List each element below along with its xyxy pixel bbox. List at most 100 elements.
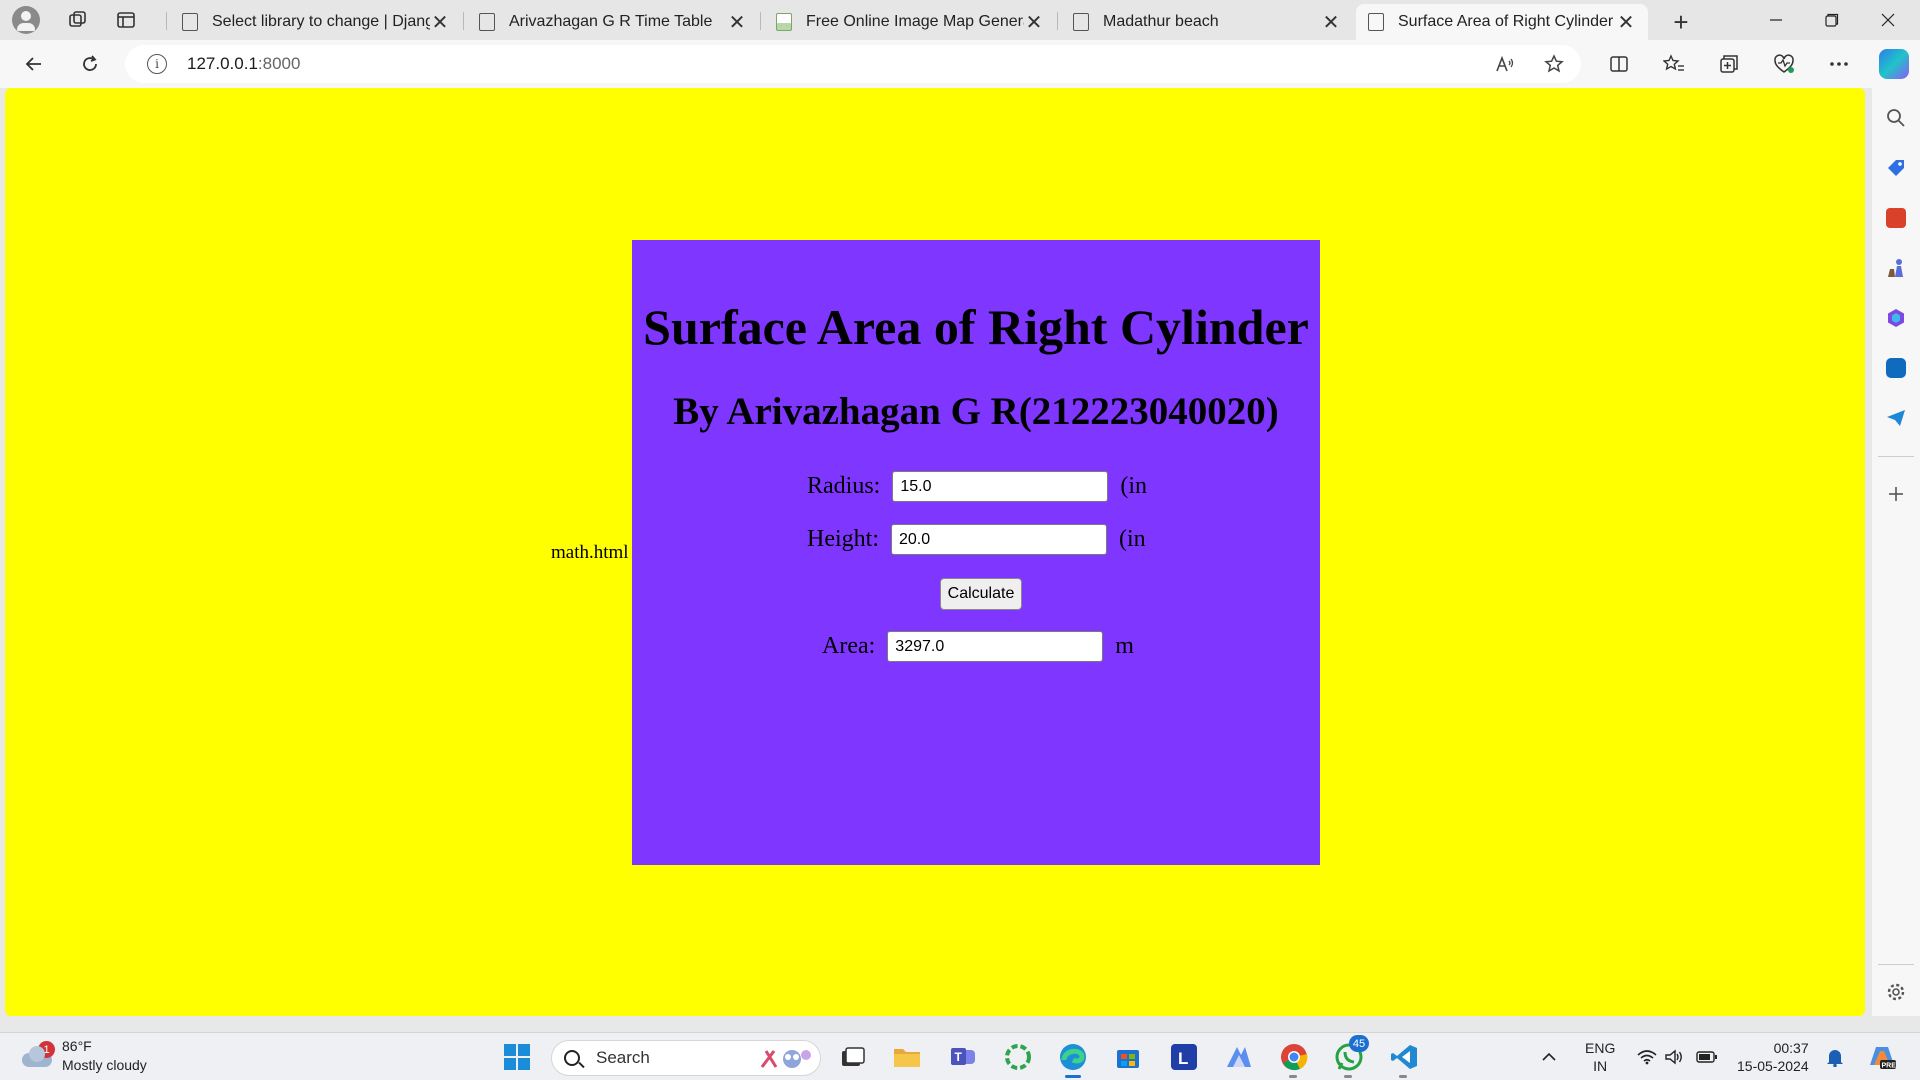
- back-button[interactable]: [16, 46, 52, 82]
- chrome-icon[interactable]: [1276, 1039, 1312, 1078]
- svg-text:PRE: PRE: [1882, 1063, 1897, 1070]
- clock-time: 00:37: [1773, 1040, 1809, 1056]
- edge-browser-icon[interactable]: [1055, 1039, 1091, 1078]
- area-output[interactable]: [887, 631, 1104, 662]
- wifi-icon[interactable]: [1637, 1033, 1657, 1080]
- author-subtitle: By Arivazhagan G R(212223040020): [673, 390, 1279, 433]
- url-port: :8000: [257, 54, 301, 73]
- height-row: Height: (in: [807, 524, 1146, 555]
- show-hidden-icons-chevron-icon[interactable]: [1541, 1033, 1557, 1080]
- image-icon: [776, 13, 792, 31]
- page-icon: [1073, 13, 1089, 31]
- search-icon[interactable]: [1882, 104, 1910, 132]
- search-label: Search: [596, 1048, 650, 1067]
- new-tab-button[interactable]: +: [1663, 4, 1699, 40]
- shopping-tag-icon[interactable]: [1882, 154, 1910, 182]
- favorites-icon[interactable]: [1656, 46, 1692, 82]
- svg-text:L: L: [1178, 1049, 1188, 1068]
- tab-strip: Select library to change | Django ✕ Ariv…: [0, 0, 1920, 40]
- workspaces-icon[interactable]: [58, 0, 98, 40]
- notifications-bell-icon[interactable]: [1826, 1033, 1844, 1080]
- tab-time-table[interactable]: Arivazhagan G R Time Table ✕: [467, 4, 759, 40]
- active-app-indicator: [1065, 1075, 1081, 1078]
- clock[interactable]: 00:37 15-05-2024: [1737, 1033, 1809, 1080]
- radius-unit: (in: [1120, 473, 1148, 499]
- collections-icon[interactable]: [1711, 46, 1747, 82]
- calculator-card: Surface Area of Right Cylinder By Arivaz…: [632, 240, 1320, 865]
- tab-title: Select library to change | Django: [212, 13, 430, 30]
- file-explorer-icon[interactable]: [889, 1039, 925, 1075]
- site-info-icon[interactable]: i: [147, 54, 167, 74]
- language-indicator[interactable]: ENG IN: [1585, 1033, 1615, 1080]
- vertical-tabs-icon[interactable]: [106, 0, 146, 40]
- task-view-icon[interactable]: [834, 1039, 870, 1075]
- whatsapp-unread-badge: 45: [1349, 1035, 1369, 1052]
- send-telegram-icon[interactable]: [1882, 404, 1910, 432]
- close-window-button[interactable]: [1860, 0, 1916, 40]
- copilot-app-icon[interactable]: [1221, 1039, 1257, 1075]
- battery-icon[interactable]: [1696, 1033, 1718, 1080]
- more-options-icon[interactable]: [1821, 46, 1857, 82]
- running-app-indicator: [1399, 1075, 1407, 1078]
- url-text[interactable]: 127.0.0.1:8000: [187, 54, 300, 74]
- whatsapp-icon[interactable]: 45: [1331, 1035, 1369, 1078]
- tab-madathur-beach[interactable]: Madathur beach ✕: [1061, 4, 1353, 40]
- address-bar[interactable]: i 127.0.0.1:8000: [125, 45, 1581, 83]
- page-icon: [479, 13, 495, 31]
- microsoft-store-icon[interactable]: [1110, 1039, 1146, 1075]
- favorite-star-icon[interactable]: [1539, 49, 1569, 79]
- add-icon[interactable]: [1882, 480, 1910, 508]
- search-highlights-icon: [760, 1050, 811, 1068]
- start-windows-icon[interactable]: [499, 1039, 535, 1075]
- split-screen-icon[interactable]: [1601, 46, 1637, 82]
- l-app-icon[interactable]: L: [1166, 1039, 1202, 1075]
- tab-title: Free Online Image Map Generator: [806, 13, 1024, 30]
- area-row: Area: m: [822, 631, 1134, 662]
- copilot-icon[interactable]: [1876, 46, 1912, 82]
- copilot-preview-icon[interactable]: PRE: [1866, 1033, 1898, 1080]
- close-tab-icon[interactable]: ✕: [727, 10, 747, 35]
- microsoft-365-icon[interactable]: [1882, 304, 1910, 332]
- close-tab-icon[interactable]: ✕: [430, 10, 450, 35]
- page-viewport: math.html Surface Area of Right Cylinder…: [5, 88, 1865, 1016]
- teams-icon[interactable]: T: [945, 1039, 981, 1075]
- close-tab-icon[interactable]: ✕: [1024, 10, 1044, 35]
- tools-briefcase-icon[interactable]: [1882, 204, 1910, 232]
- running-app-indicator: [1344, 1075, 1352, 1078]
- tab-title: Surface Area of Right Cylinder: [1398, 13, 1614, 30]
- browser-essentials-icon[interactable]: [1766, 46, 1802, 82]
- radius-input[interactable]: [892, 471, 1109, 502]
- clock-date: 15-05-2024: [1737, 1058, 1809, 1074]
- weather-description: Mostly cloudy: [62, 1057, 147, 1073]
- region-code: IN: [1593, 1058, 1608, 1074]
- search-icon: [564, 1050, 580, 1066]
- calculate-button[interactable]: Calculate: [940, 578, 1022, 610]
- sync-circle-icon[interactable]: [1000, 1039, 1036, 1075]
- settings-gear-icon[interactable]: [1882, 978, 1910, 1006]
- taskbar-search-box[interactable]: Search: [551, 1040, 821, 1076]
- svg-text:T: T: [955, 1050, 963, 1064]
- close-tab-icon[interactable]: ✕: [1321, 10, 1341, 35]
- radius-label: Radius:: [807, 473, 881, 499]
- height-label: Height:: [807, 526, 879, 552]
- volume-icon[interactable]: [1664, 1033, 1684, 1080]
- height-input[interactable]: [891, 524, 1107, 555]
- weather-temperature: 86°F: [62, 1038, 92, 1054]
- tab-django-library[interactable]: Select library to change | Django ✕: [170, 4, 462, 40]
- area-unit: m: [1115, 633, 1134, 659]
- weather-widget[interactable]: 1 86°F Mostly cloudy: [20, 1037, 147, 1075]
- read-aloud-icon[interactable]: [1490, 49, 1520, 79]
- restore-button[interactable]: [1804, 0, 1860, 40]
- profile-avatar-icon[interactable]: [12, 6, 40, 34]
- area-label: Area:: [822, 633, 876, 659]
- games-chess-icon[interactable]: [1882, 254, 1910, 282]
- outlook-icon[interactable]: [1882, 354, 1910, 382]
- minimize-button[interactable]: [1748, 0, 1804, 40]
- tab-title: Arivazhagan G R Time Table: [509, 13, 713, 30]
- close-tab-icon[interactable]: ✕: [1616, 10, 1636, 35]
- refresh-button[interactable]: [72, 46, 108, 82]
- tab-image-map-generator[interactable]: Free Online Image Map Generator ✕: [764, 4, 1056, 40]
- page-title: Surface Area of Right Cylinder: [643, 299, 1309, 355]
- tab-surface-area[interactable]: Surface Area of Right Cylinder ✕: [1356, 4, 1648, 40]
- vscode-icon[interactable]: [1386, 1039, 1422, 1078]
